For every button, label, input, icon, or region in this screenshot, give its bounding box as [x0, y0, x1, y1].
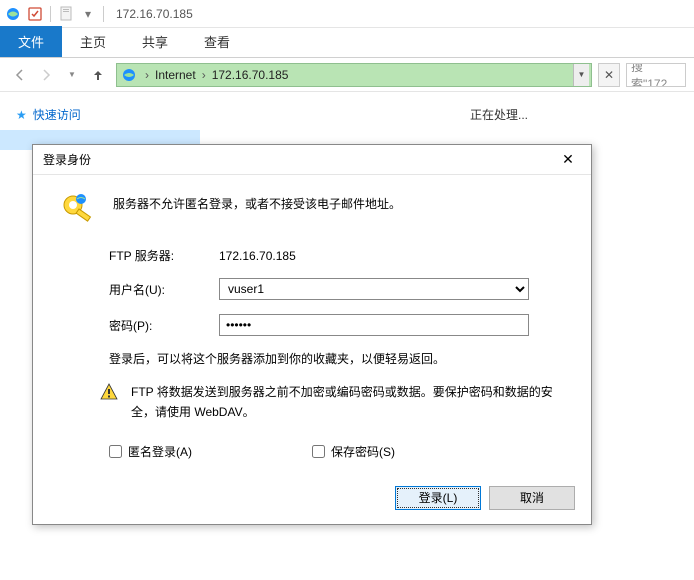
tab-file[interactable]: 文件 — [0, 26, 62, 57]
server-label: FTP 服务器: — [109, 247, 219, 264]
doc-qat-icon[interactable] — [57, 5, 75, 23]
forward-button[interactable] — [34, 63, 58, 87]
back-button[interactable] — [8, 63, 32, 87]
chevron-right-icon[interactable]: › — [143, 68, 151, 82]
chevron-right-icon[interactable]: › — [200, 68, 208, 82]
breadcrumb-host[interactable]: 172.16.70.185 — [208, 68, 293, 82]
dialog-body: 服务器不允许匿名登录，或者不接受该电子邮件地址。 FTP 服务器: 172.16… — [33, 175, 591, 486]
dialog-titlebar: 登录身份 ✕ — [33, 145, 591, 175]
dialog-close-button[interactable]: ✕ — [553, 148, 583, 172]
save-password-checkbox-input[interactable] — [312, 445, 325, 458]
nav-sidebar: ★ 快速访问 — [0, 92, 200, 137]
anonymous-checkbox-input[interactable] — [109, 445, 122, 458]
password-label: 密码(P): — [109, 317, 219, 334]
dialog-title: 登录身份 — [43, 151, 91, 168]
tab-home[interactable]: 主页 — [62, 26, 124, 57]
favorite-note: 登录后，可以将这个服务器添加到你的收藏夹，以便轻易返回。 — [109, 350, 565, 368]
server-value: 172.16.70.185 — [219, 249, 565, 263]
up-button[interactable] — [86, 63, 110, 87]
ribbon-tabs: 文件 主页 共享 查看 — [0, 28, 694, 58]
save-qat-icon[interactable] — [26, 5, 44, 23]
star-icon: ★ — [16, 108, 27, 122]
address-dropdown[interactable]: ▼ — [573, 64, 589, 86]
breadcrumb-internet[interactable]: Internet — [151, 68, 200, 82]
username-select[interactable]: vuser1 — [219, 278, 529, 300]
anonymous-checkbox-label: 匿名登录(A) — [128, 443, 192, 460]
content-area: ★ 快速访问 正在处理... 登录身份 ✕ 服务器不允许匿名登录，或者不接受 — [0, 92, 694, 580]
quick-access-link[interactable]: ★ 快速访问 — [14, 102, 186, 127]
qat-separator-2 — [103, 6, 104, 22]
stop-refresh-button[interactable]: ✕ — [598, 63, 620, 87]
login-button[interactable]: 登录(L) — [395, 486, 481, 510]
location-icon — [121, 67, 137, 83]
qat-separator — [50, 6, 51, 22]
navigation-bar: ▼ › Internet › 172.16.70.185 ▼ ✕ 搜索"172. — [0, 58, 694, 92]
window-title: 172.16.70.185 — [116, 7, 193, 21]
address-bar[interactable]: › Internet › 172.16.70.185 ▼ — [116, 63, 592, 87]
login-dialog: 登录身份 ✕ 服务器不允许匿名登录，或者不接受该电子邮件地址。 FTP 服务器: — [32, 144, 592, 525]
quick-access-label: 快速访问 — [33, 106, 81, 123]
qat-dropdown-icon[interactable]: ▾ — [79, 5, 97, 23]
recent-dropdown[interactable]: ▼ — [60, 63, 84, 87]
tab-share[interactable]: 共享 — [124, 26, 186, 57]
password-input[interactable] — [219, 314, 529, 336]
save-password-checkbox-label: 保存密码(S) — [331, 443, 395, 460]
username-label: 用户名(U): — [109, 281, 219, 298]
anonymous-checkbox[interactable]: 匿名登录(A) — [109, 443, 192, 460]
status-text: 正在处理... — [470, 106, 528, 123]
app-icon — [4, 5, 22, 23]
window-titlebar: ▾ 172.16.70.185 — [0, 0, 694, 28]
warning-icon — [99, 382, 119, 402]
warning-text: FTP 将数据发送到服务器之前不加密或编码密码或数据。要保护密码和数据的安全，请… — [131, 382, 565, 423]
tab-view[interactable]: 查看 — [186, 26, 248, 57]
save-password-checkbox[interactable]: 保存密码(S) — [312, 443, 395, 460]
search-input[interactable]: 搜索"172. — [626, 63, 686, 87]
key-icon — [59, 191, 97, 229]
cancel-button[interactable]: 取消 — [489, 486, 575, 510]
dialog-message: 服务器不允许匿名登录，或者不接受该电子邮件地址。 — [113, 191, 401, 229]
